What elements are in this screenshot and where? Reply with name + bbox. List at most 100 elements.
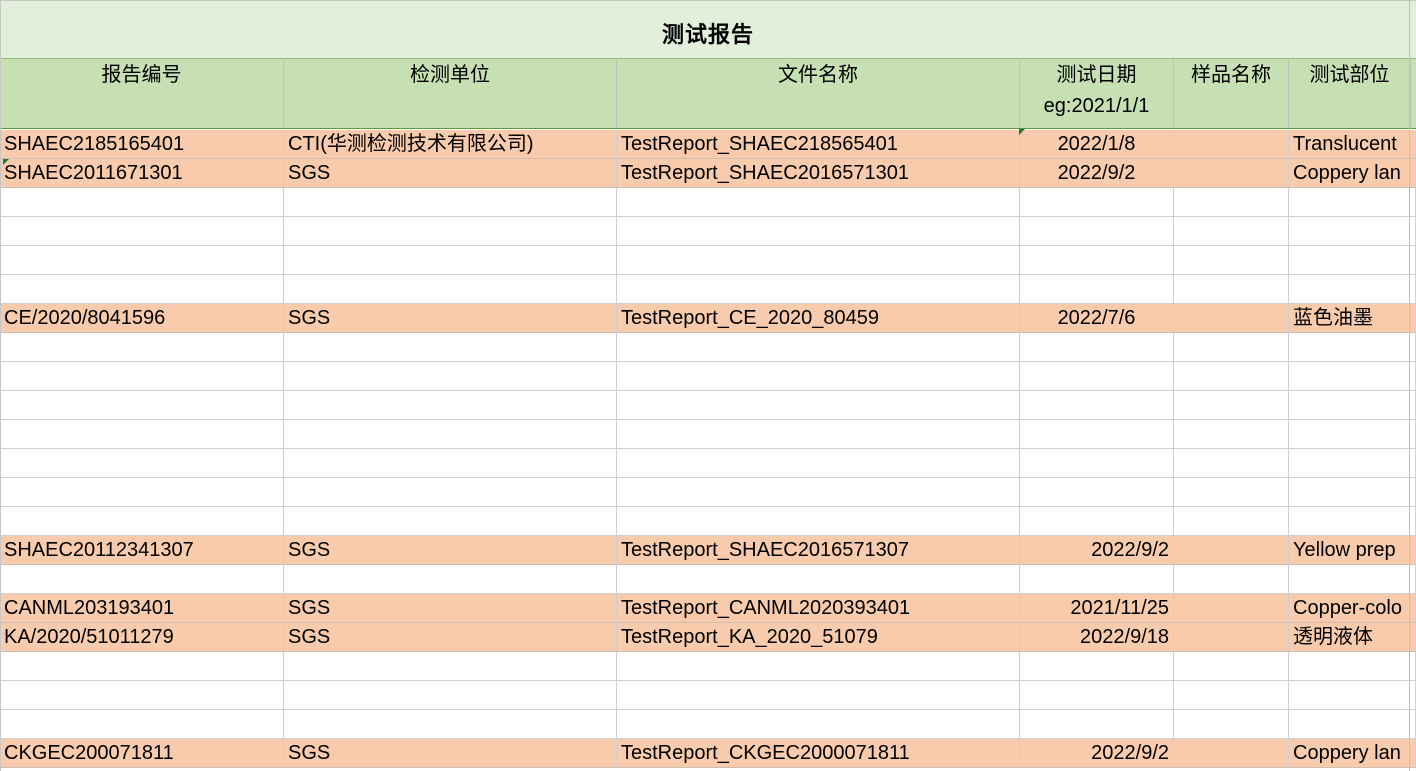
cell-file-name[interactable] — [617, 391, 1020, 419]
cell-test-date[interactable] — [1020, 246, 1174, 274]
cell-test-date[interactable] — [1020, 420, 1174, 448]
cell-sample-name[interactable] — [1174, 130, 1289, 158]
cell-test-date[interactable] — [1020, 507, 1174, 535]
cell-lab[interactable] — [284, 391, 617, 419]
cell-sample-name[interactable] — [1174, 710, 1289, 738]
cell-test-part[interactable]: Coppery lan — [1289, 739, 1416, 767]
cell-file-name[interactable]: TestReport_CKGEC2000071811 — [617, 739, 1020, 767]
cell-lab[interactable]: SGS — [284, 304, 617, 332]
cell-file-name[interactable] — [617, 449, 1020, 477]
cell-test-part[interactable] — [1289, 681, 1416, 709]
cell-sample-name[interactable] — [1174, 420, 1289, 448]
cell-test-part[interactable] — [1289, 420, 1416, 448]
cell-sample-name[interactable] — [1174, 217, 1289, 245]
cell-test-date[interactable] — [1020, 478, 1174, 506]
cell-sample-name[interactable] — [1174, 304, 1289, 332]
cell-report-no[interactable] — [0, 246, 284, 274]
cell-test-date[interactable]: 2022/1/8 — [1020, 130, 1174, 158]
cell-report-no[interactable]: CKGEC200071811 — [0, 739, 284, 767]
cell-file-name[interactable] — [617, 333, 1020, 361]
cell-sample-name[interactable] — [1174, 159, 1289, 187]
cell-sample-name[interactable] — [1174, 739, 1289, 767]
cell-report-no[interactable] — [0, 188, 284, 216]
header-test-date[interactable]: 测试日期 eg:2021/1/1 — [1020, 59, 1174, 128]
title-row[interactable]: 测试报告 — [0, 0, 1416, 59]
cell-lab[interactable] — [284, 362, 617, 390]
cell-lab[interactable]: SGS — [284, 623, 617, 651]
cell-test-part[interactable] — [1289, 507, 1416, 535]
cell-sample-name[interactable] — [1174, 246, 1289, 274]
cell-lab[interactable]: SGS — [284, 536, 617, 564]
cell-file-name[interactable] — [617, 420, 1020, 448]
cell-file-name[interactable] — [617, 710, 1020, 738]
cell-file-name[interactable] — [617, 652, 1020, 680]
cell-test-part[interactable] — [1289, 246, 1416, 274]
cell-report-no[interactable] — [0, 478, 284, 506]
cell-lab[interactable] — [284, 565, 617, 593]
cell-file-name[interactable] — [617, 217, 1020, 245]
cell-test-date[interactable] — [1020, 449, 1174, 477]
cell-lab[interactable] — [284, 333, 617, 361]
cell-sample-name[interactable] — [1174, 681, 1289, 709]
cell-report-no[interactable]: KA/2020/51011279 — [0, 623, 284, 651]
cell-lab[interactable] — [284, 246, 617, 274]
cell-lab[interactable] — [284, 420, 617, 448]
header-file-name[interactable]: 文件名称 — [617, 59, 1020, 128]
header-sample-name[interactable]: 样品名称 — [1174, 59, 1289, 128]
cell-lab[interactable] — [284, 507, 617, 535]
cell-test-date[interactable] — [1020, 188, 1174, 216]
cell-report-no[interactable] — [0, 681, 284, 709]
cell-report-no[interactable] — [0, 507, 284, 535]
cell-file-name[interactable] — [617, 507, 1020, 535]
cell-test-date[interactable]: 2021/11/25 — [1020, 594, 1174, 622]
cell-file-name[interactable] — [617, 246, 1020, 274]
cell-test-date[interactable] — [1020, 710, 1174, 738]
cell-report-no[interactable] — [0, 652, 284, 680]
cell-test-part[interactable]: Coppery lan — [1289, 159, 1416, 187]
header-report-no[interactable]: 报告编号 — [0, 59, 284, 128]
cell-lab[interactable]: SGS — [284, 594, 617, 622]
cell-file-name[interactable]: TestReport_SHAEC2016571301 — [617, 159, 1020, 187]
cell-report-no[interactable] — [0, 710, 284, 738]
cell-lab[interactable] — [284, 217, 617, 245]
cell-file-name[interactable]: TestReport_CANML2020393401 — [617, 594, 1020, 622]
cell-test-part[interactable] — [1289, 710, 1416, 738]
cell-test-part[interactable]: 蓝色油墨 — [1289, 304, 1416, 332]
cell-sample-name[interactable] — [1174, 507, 1289, 535]
cell-test-date[interactable] — [1020, 275, 1174, 303]
cell-lab[interactable]: SGS — [284, 739, 617, 767]
cell-report-no[interactable] — [0, 565, 284, 593]
cell-test-part[interactable] — [1289, 565, 1416, 593]
cell-sample-name[interactable] — [1174, 449, 1289, 477]
cell-report-no[interactable] — [0, 275, 284, 303]
cell-file-name[interactable]: TestReport_CE_2020_80459 — [617, 304, 1020, 332]
cell-report-no[interactable]: CE/2020/8041596 — [0, 304, 284, 332]
cell-test-date[interactable] — [1020, 681, 1174, 709]
cell-test-date[interactable] — [1020, 652, 1174, 680]
cell-sample-name[interactable] — [1174, 362, 1289, 390]
cell-test-part[interactable] — [1289, 391, 1416, 419]
cell-test-part[interactable] — [1289, 333, 1416, 361]
cell-test-date[interactable]: 2022/9/18 — [1020, 623, 1174, 651]
cell-test-date[interactable]: 2022/9/2 — [1020, 739, 1174, 767]
cell-test-part[interactable]: Copper-colo — [1289, 594, 1416, 622]
cell-test-part[interactable] — [1289, 275, 1416, 303]
cell-lab[interactable] — [284, 188, 617, 216]
cell-sample-name[interactable] — [1174, 275, 1289, 303]
cell-file-name[interactable] — [617, 478, 1020, 506]
cell-report-no[interactable]: SHAEC20112341307 — [0, 536, 284, 564]
cell-report-no[interactable]: CANML203193401 — [0, 594, 284, 622]
header-lab[interactable]: 检测单位 — [284, 59, 617, 128]
cell-lab[interactable] — [284, 478, 617, 506]
cell-test-part[interactable] — [1289, 652, 1416, 680]
cell-file-name[interactable] — [617, 362, 1020, 390]
cell-report-no[interactable] — [0, 362, 284, 390]
cell-test-date[interactable] — [1020, 333, 1174, 361]
cell-lab[interactable] — [284, 275, 617, 303]
cell-test-part[interactable]: Yellow prep — [1289, 536, 1416, 564]
cell-sample-name[interactable] — [1174, 478, 1289, 506]
cell-sample-name[interactable] — [1174, 188, 1289, 216]
cell-report-no[interactable] — [0, 391, 284, 419]
cell-sample-name[interactable] — [1174, 594, 1289, 622]
cell-lab[interactable] — [284, 652, 617, 680]
